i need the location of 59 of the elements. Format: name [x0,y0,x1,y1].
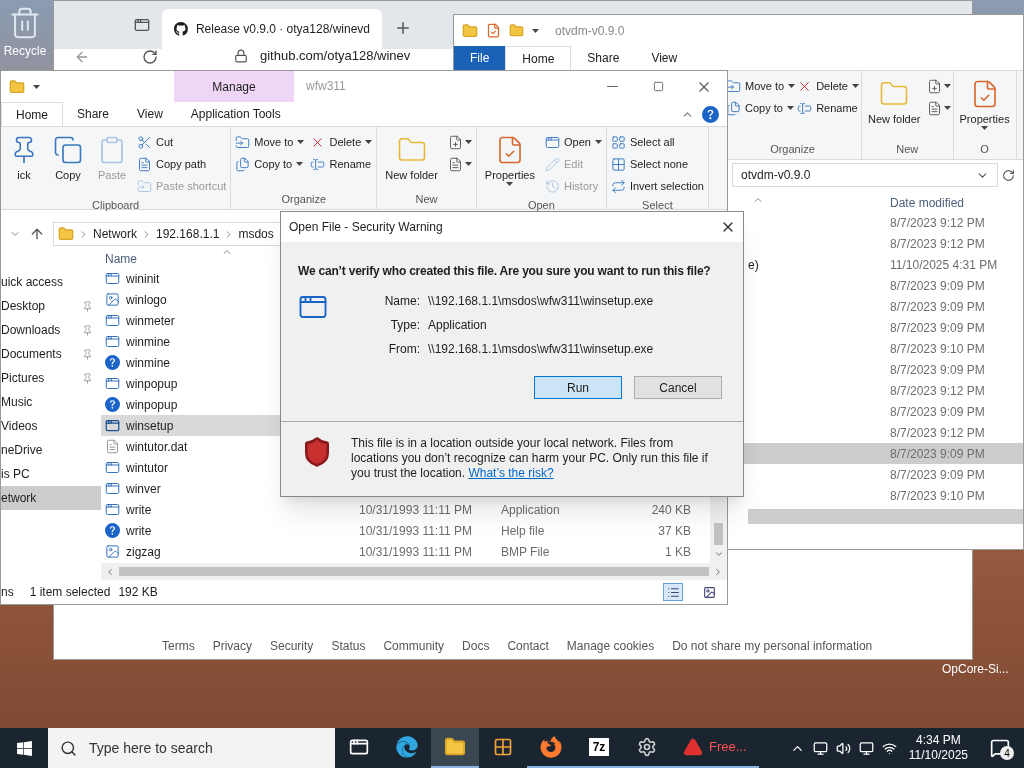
ribbon-group-label: Clipboard [91,198,141,213]
date-cell-text: 10/31/1993 11:11 PM [359,543,473,561]
file-name: winpopup [126,375,178,393]
file-name: winver [126,480,161,498]
app-label: Free... [709,738,747,757]
date-cell-text: 10/31/1993 11:11 PM [359,522,473,540]
type-cell-text: Application [501,501,561,519]
file-name: zigzag [126,543,161,561]
date-cell-text: 8/7/2023 9:10 PM [890,487,985,505]
notification-count: 4 [1000,746,1014,760]
date-cell-text: 8/7/2023 9:09 PM [890,445,985,463]
window-title: wfw311 [306,78,346,95]
date-cell-text: 8/7/2023 9:12 PM [890,235,985,253]
tab-title: Release v0.9.0 · otya128/winevd [195,21,370,38]
type-cell-text: Help file [501,522,546,540]
status-text: ns [1,584,14,601]
field-value: Application [428,317,488,334]
file-name: winlogo [126,291,167,309]
dialog-question: We can’t verify who created this file. Are you sure you want to run this file? [298,263,712,280]
archive-logo: 7z [588,738,610,756]
ribbon-group-label: New [414,191,439,207]
field-value: \\192.168.1.1\msdos\wfw311\winsetup.exe [428,341,654,358]
field-label: Name: [383,293,420,310]
ribbon-group-label: Open [526,198,556,213]
ribbon-group-label: New [895,141,920,157]
file-name: write [126,501,152,519]
dialog-title: Open File - Security Warning [289,219,443,236]
field-label: Type: [389,317,420,334]
file-name: winpopup [126,396,178,414]
ribbon-group-label: Select [641,198,674,213]
status-text: 192 KB [118,584,158,601]
ribbon-group-label: O [979,141,990,157]
file-name: winmeter [126,312,175,330]
date-cell-text: 8/7/2023 9:09 PM [890,277,985,295]
ribbon-group-label: Organize [280,191,328,207]
file-name: write [126,522,152,540]
warning-text: This file is in a location outside your local network. Files from locations you don’t recognize can harm your PC. Only run this file if you trust the location. What’s the risk? [351,436,709,481]
date-cell-text: 8/7/2023 9:09 PM [890,361,985,379]
size-cell-text: 1 KB [664,543,691,561]
type-cell-text: BMP File [501,543,551,561]
date-cell-text: 11/10/2025 4:31 PM [890,256,998,274]
file-name: e) [748,256,760,274]
file-name: winsetup [126,417,174,435]
field-label: From: [387,341,420,358]
date-cell-text: 10/31/1993 11:11 PM [359,501,473,519]
file-name: winmine [126,354,170,372]
ribbon-group-label: Organize [769,141,816,157]
file-name: winmine [126,333,170,351]
size-cell-text: 37 KB [657,522,691,540]
window-title: otvdm-v0.9.0 [555,22,625,40]
size-cell-text: 240 KB [650,501,691,519]
file-name: wintutor.dat [126,438,188,456]
date-cell-text: 8/7/2023 9:09 PM [890,403,985,421]
status-text: 1 item selected [29,584,111,601]
date-cell-text: 8/7/2023 9:12 PM [890,214,985,232]
context-tab-header: Manage [174,71,294,102]
file-name: wintutor [126,459,169,477]
field-value: \\192.168.1.1\msdos\wfw311\winsetup.exe [428,293,654,310]
file-name: wininit [126,270,160,288]
